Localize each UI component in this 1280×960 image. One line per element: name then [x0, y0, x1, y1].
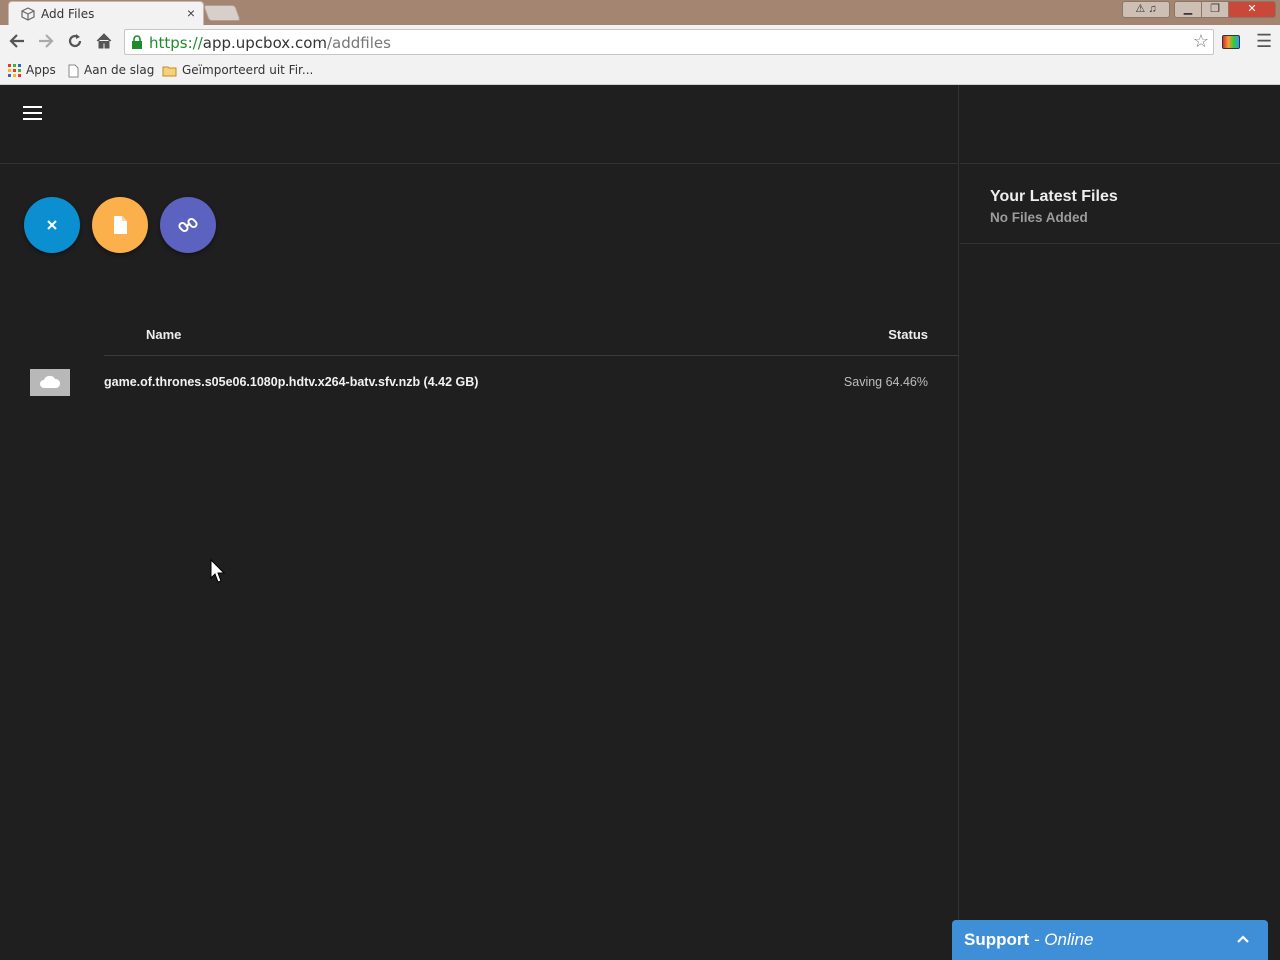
- latest-files-title: Your Latest Files: [990, 188, 1118, 205]
- file-status: Saving 64.46%: [843, 375, 928, 389]
- lock-icon: [132, 35, 142, 49]
- app-root: Name Status game.of.thrones.s05e06.1080p…: [0, 85, 1280, 960]
- tab-title: Add Files: [41, 7, 95, 21]
- mouse-cursor-icon: [210, 559, 226, 583]
- bookmark-label: Geïmporteerd uit Fir...: [182, 63, 314, 77]
- column-header-name[interactable]: Name: [146, 327, 181, 342]
- window-extension-icon[interactable]: ⚠ ♫: [1122, 1, 1170, 18]
- url-scheme: https://: [149, 34, 203, 52]
- window-maximize-button[interactable]: ❐: [1201, 1, 1229, 18]
- home-icon[interactable]: [94, 32, 114, 52]
- close-button[interactable]: [24, 197, 80, 253]
- browser-toolbar: https://app.upcbox.com/addfiles ☆ ☰: [0, 25, 1280, 59]
- main-panel: Name Status game.of.thrones.s05e06.1080p…: [0, 85, 959, 960]
- support-status: Online: [1044, 930, 1094, 949]
- link-icon: [178, 217, 198, 233]
- file-icon: [114, 216, 127, 234]
- browser-menu-icon[interactable]: ☰: [1256, 31, 1272, 52]
- folder-icon: [162, 66, 177, 76]
- files-table-header: Name Status: [104, 321, 959, 356]
- file-thumbnail: [30, 369, 70, 396]
- support-chat-widget[interactable]: Support - Online: [952, 920, 1268, 960]
- table-row[interactable]: game.of.thrones.s05e06.1080p.hdtv.x264-b…: [0, 365, 959, 399]
- forward-icon[interactable]: [36, 32, 56, 52]
- bookmarks-bar: Apps Aan de slag Geïmporteerd uit Fir...: [0, 59, 1280, 85]
- support-separator: -: [1029, 930, 1045, 949]
- cloud-icon: [40, 375, 61, 388]
- bookmark-label: Aan de slag: [84, 63, 155, 77]
- bookmark-label: Apps: [26, 63, 56, 77]
- apps-grid-icon: [8, 64, 21, 77]
- add-link-button[interactable]: [160, 197, 216, 253]
- page-icon: [68, 64, 79, 77]
- window-close-button[interactable]: ✕: [1228, 1, 1276, 18]
- url-text: https://app.upcbox.com/addfiles: [149, 34, 391, 52]
- close-icon: [47, 220, 57, 230]
- address-bar[interactable]: https://app.upcbox.com/addfiles ☆: [124, 29, 1214, 55]
- bookmark-star-icon[interactable]: ☆: [1193, 31, 1209, 52]
- chevron-up-icon[interactable]: [1236, 932, 1250, 946]
- latest-files-empty-text: No Files Added: [990, 210, 1088, 225]
- latest-files-section: Your Latest Files No Files Added: [960, 164, 1280, 244]
- url-host: app.upcbox.com: [202, 34, 327, 52]
- bookmark-aan-de-slag[interactable]: Aan de slag: [68, 63, 154, 78]
- sidebar: Your Latest Files No Files Added: [960, 85, 1280, 960]
- hamburger-menu-icon[interactable]: [23, 106, 43, 122]
- app-header: [0, 85, 959, 164]
- file-name: game.of.thrones.s05e06.1080p.hdtv.x264-b…: [104, 375, 479, 389]
- extension-icon[interactable]: [1222, 35, 1240, 49]
- bookmark-apps[interactable]: Apps: [8, 63, 56, 77]
- back-icon[interactable]: [7, 32, 27, 52]
- add-file-button[interactable]: [92, 197, 148, 253]
- support-label: Support: [964, 930, 1030, 949]
- reload-icon[interactable]: [65, 32, 85, 52]
- bookmark-imported-folder[interactable]: Geïmporteerd uit Fir...: [162, 63, 313, 77]
- url-path: /addfiles: [326, 34, 391, 52]
- new-tab-button[interactable]: [203, 5, 241, 21]
- browser-titlebar: Add Files × ⚠ ♫ ▁ ❐ ✕: [0, 0, 1280, 25]
- browser-tab[interactable]: Add Files ×: [8, 1, 204, 25]
- support-label-wrap: Support - Online: [964, 930, 1093, 950]
- column-header-status[interactable]: Status: [888, 327, 928, 342]
- box-icon: [21, 7, 35, 21]
- tab-close-icon[interactable]: ×: [187, 5, 195, 21]
- window-minimize-button[interactable]: ▁: [1174, 1, 1202, 18]
- sidebar-header: [960, 85, 1280, 164]
